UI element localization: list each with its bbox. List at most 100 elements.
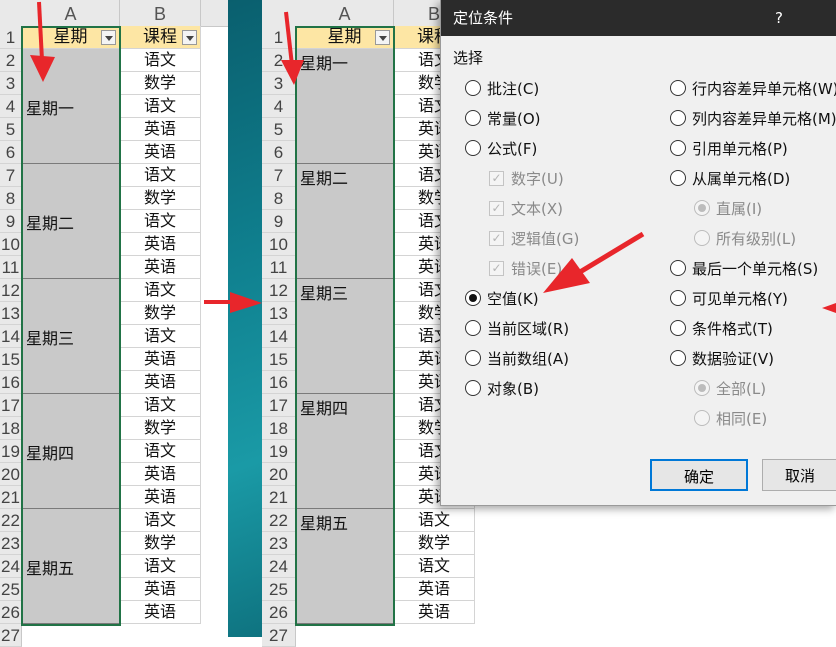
- row-header[interactable]: 9: [262, 210, 296, 233]
- row-header[interactable]: 13: [0, 302, 22, 325]
- day-cell[interactable]: 星期三: [22, 279, 120, 394]
- course-cell[interactable]: 数学: [120, 417, 201, 440]
- day-cell[interactable]: 星期四: [296, 394, 394, 509]
- row-header[interactable]: 22: [0, 509, 22, 532]
- radio-icon[interactable]: [670, 260, 686, 276]
- row-header[interactable]: 16: [262, 371, 296, 394]
- filter-dropdown-icon[interactable]: [101, 30, 116, 45]
- column-header-a[interactable]: A: [22, 0, 120, 27]
- day-cell[interactable]: 星期一: [22, 49, 120, 164]
- radio-icon[interactable]: [670, 320, 686, 336]
- row-header[interactable]: 6: [0, 141, 22, 164]
- column-header-b[interactable]: B: [120, 0, 201, 27]
- row-header[interactable]: 8: [262, 187, 296, 210]
- course-cell[interactable]: 语文: [120, 325, 201, 348]
- row-header[interactable]: 11: [262, 256, 296, 279]
- help-icon[interactable]: ?: [775, 0, 783, 36]
- day-cell[interactable]: 星期一: [296, 49, 394, 164]
- row-header[interactable]: 17: [0, 394, 22, 417]
- row-header[interactable]: 7: [0, 164, 22, 187]
- course-cell[interactable]: 英语: [394, 601, 475, 624]
- row-header[interactable]: 18: [0, 417, 22, 440]
- row-header[interactable]: 12: [0, 279, 22, 302]
- filter-header-day[interactable]: 星期: [22, 26, 120, 49]
- row-header[interactable]: 27: [262, 624, 296, 647]
- course-cell[interactable]: 英语: [120, 233, 201, 256]
- filter-header-course[interactable]: 课程: [120, 26, 201, 49]
- corner-cell[interactable]: [0, 0, 22, 27]
- radio-icon[interactable]: [670, 170, 686, 186]
- row-header[interactable]: 3: [262, 72, 296, 95]
- row-header[interactable]: 15: [262, 348, 296, 371]
- course-cell[interactable]: 语文: [120, 555, 201, 578]
- row-header[interactable]: 3: [0, 72, 22, 95]
- row-header[interactable]: 10: [0, 233, 22, 256]
- column-header-a[interactable]: A: [296, 0, 394, 27]
- course-cell[interactable]: 语文: [120, 210, 201, 233]
- row-header[interactable]: 27: [0, 624, 22, 647]
- row-header[interactable]: 11: [0, 256, 22, 279]
- row-header[interactable]: 16: [0, 371, 22, 394]
- day-cell[interactable]: 星期五: [296, 509, 394, 624]
- row-header[interactable]: 20: [0, 463, 22, 486]
- row-header[interactable]: 4: [262, 95, 296, 118]
- row-header[interactable]: 8: [0, 187, 22, 210]
- row-header[interactable]: 9: [0, 210, 22, 233]
- corner-cell[interactable]: [262, 0, 296, 27]
- filter-dropdown-icon[interactable]: [182, 30, 197, 45]
- course-cell[interactable]: 语文: [120, 164, 201, 187]
- row-header[interactable]: 1: [0, 26, 22, 49]
- row-header[interactable]: 19: [262, 440, 296, 463]
- course-cell[interactable]: 英语: [120, 371, 201, 394]
- course-cell[interactable]: 数学: [120, 302, 201, 325]
- course-cell[interactable]: 语文: [394, 509, 475, 532]
- row-header[interactable]: 6: [262, 141, 296, 164]
- radio-icon[interactable]: [465, 140, 481, 156]
- course-cell[interactable]: 数学: [120, 72, 201, 95]
- course-cell[interactable]: 语文: [120, 440, 201, 463]
- radio-icon[interactable]: [465, 380, 481, 396]
- day-cell[interactable]: 星期四: [22, 394, 120, 509]
- day-cell[interactable]: 星期五: [22, 509, 120, 624]
- course-cell[interactable]: 英语: [120, 348, 201, 371]
- course-cell[interactable]: 语文: [394, 555, 475, 578]
- row-header[interactable]: 12: [262, 279, 296, 302]
- course-cell[interactable]: 语文: [120, 279, 201, 302]
- row-header[interactable]: 10: [262, 233, 296, 256]
- row-header[interactable]: 2: [0, 49, 22, 72]
- course-cell[interactable]: 英语: [120, 486, 201, 509]
- ok-button[interactable]: 确定: [650, 459, 748, 491]
- cancel-button[interactable]: 取消: [762, 459, 836, 491]
- row-header[interactable]: 24: [0, 555, 22, 578]
- radio-icon[interactable]: [465, 350, 481, 366]
- day-cell[interactable]: 星期二: [22, 164, 120, 279]
- row-header[interactable]: 25: [0, 578, 22, 601]
- row-header[interactable]: 5: [0, 118, 22, 141]
- radio-icon[interactable]: [465, 290, 481, 306]
- filter-header-day[interactable]: 星期: [296, 26, 394, 49]
- column-header-c[interactable]: [201, 0, 228, 27]
- radio-icon[interactable]: [670, 290, 686, 306]
- course-cell[interactable]: 英语: [120, 256, 201, 279]
- radio-icon[interactable]: [670, 350, 686, 366]
- course-cell[interactable]: 数学: [120, 532, 201, 555]
- dialog-title-bar[interactable]: 定位条件 ?: [441, 0, 836, 36]
- row-header[interactable]: 5: [262, 118, 296, 141]
- course-cell[interactable]: 数学: [120, 187, 201, 210]
- row-header[interactable]: 21: [0, 486, 22, 509]
- course-cell[interactable]: 语文: [120, 49, 201, 72]
- row-header[interactable]: 13: [262, 302, 296, 325]
- radio-icon[interactable]: [465, 80, 481, 96]
- day-cell[interactable]: 星期三: [296, 279, 394, 394]
- radio-icon[interactable]: [465, 320, 481, 336]
- radio-icon[interactable]: [670, 110, 686, 126]
- row-header[interactable]: 1: [262, 26, 296, 49]
- row-header[interactable]: 4: [0, 95, 22, 118]
- row-header[interactable]: 14: [0, 325, 22, 348]
- day-cell[interactable]: 星期二: [296, 164, 394, 279]
- row-header[interactable]: 19: [0, 440, 22, 463]
- radio-icon[interactable]: [465, 110, 481, 126]
- row-header[interactable]: 22: [262, 509, 296, 532]
- row-header[interactable]: 23: [0, 532, 22, 555]
- row-header[interactable]: 2: [262, 49, 296, 72]
